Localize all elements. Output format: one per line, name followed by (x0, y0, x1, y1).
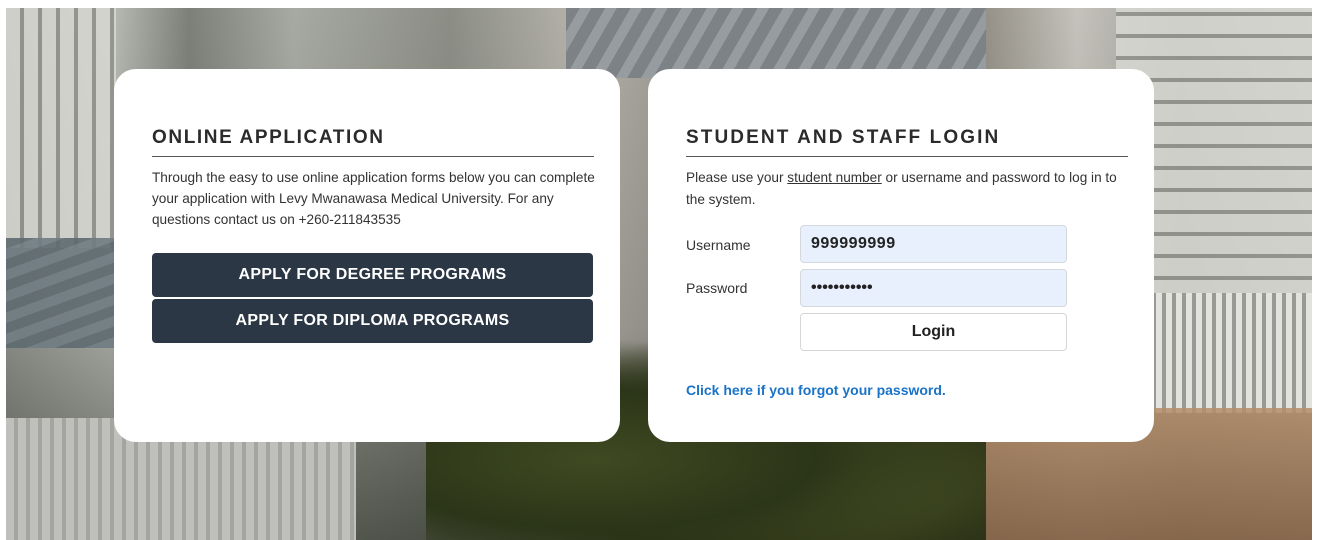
username-label: Username (686, 237, 751, 253)
login-form: Username Password Login (686, 225, 1128, 355)
background-building-left (6, 8, 116, 248)
apply-diploma-button[interactable]: APPLY FOR DIPLOMA PROGRAMS (152, 299, 593, 343)
background-railing-right (1146, 293, 1312, 413)
username-input[interactable] (800, 225, 1067, 263)
login-button[interactable]: Login (800, 313, 1067, 351)
login-title: STUDENT AND STAFF LOGIN (686, 127, 1128, 157)
online-application-title: ONLINE APPLICATION (152, 127, 594, 157)
background-roof-center (566, 8, 986, 78)
apply-degree-button[interactable]: APPLY FOR DEGREE PROGRAMS (152, 253, 593, 297)
password-label: Password (686, 280, 748, 296)
login-intro: Please use your student number or userna… (686, 167, 1126, 211)
login-intro-before: Please use your (686, 170, 788, 185)
online-application-card: ONLINE APPLICATION Through the easy to u… (114, 69, 620, 442)
password-input[interactable] (800, 269, 1067, 307)
online-application-intro: Through the easy to use online applicati… (152, 170, 595, 227)
login-card: STUDENT AND STAFF LOGIN Please use your … (648, 69, 1154, 442)
student-number-link[interactable]: student number (787, 170, 881, 185)
forgot-password-link[interactable]: Click here if you forgot your password. (686, 382, 1128, 398)
